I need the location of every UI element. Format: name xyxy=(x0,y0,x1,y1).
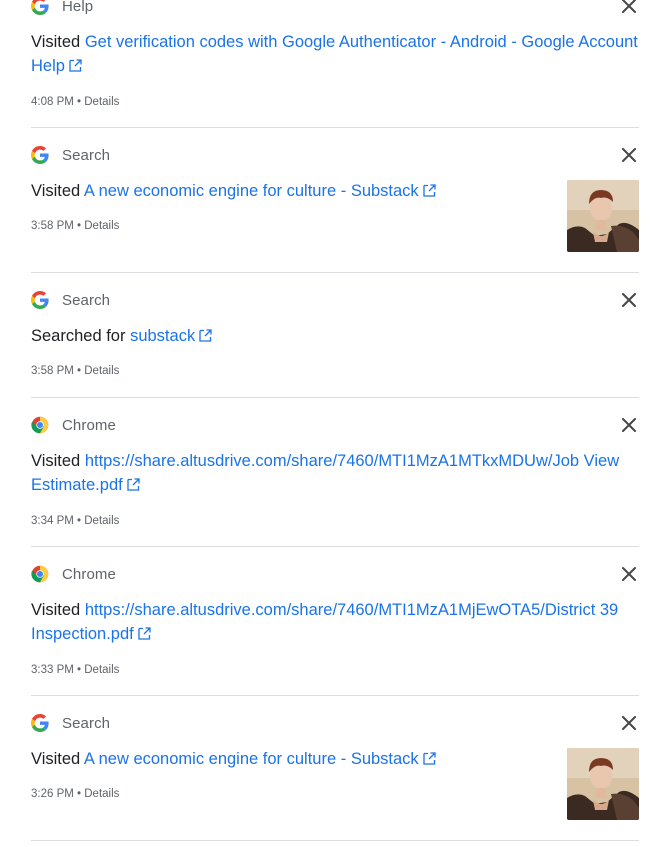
link-text: substack xyxy=(130,327,196,345)
details-link[interactable]: Details xyxy=(84,788,119,800)
activity-link[interactable]: substack xyxy=(130,327,212,345)
entry-text: Visited https://share.altusdrive.com/sha… xyxy=(31,449,639,497)
product-name: Search xyxy=(62,146,111,164)
product-name: Search xyxy=(62,714,111,732)
details-link[interactable]: Details xyxy=(84,664,119,676)
details-link[interactable]: Details xyxy=(84,96,119,108)
activity-entry: Search Visited A new economic engine for … xyxy=(31,712,639,840)
action-label: Visited xyxy=(31,33,81,51)
separator: • xyxy=(73,220,85,232)
timestamp: 3:34 PM xyxy=(31,515,74,527)
external-link-icon xyxy=(138,627,151,640)
entry-header: Search xyxy=(31,289,110,311)
entry-text: Visited A new economic engine for cultur… xyxy=(31,179,551,203)
action-label: Visited xyxy=(31,182,81,200)
timestamp: 3:58 PM xyxy=(31,220,74,232)
entry-meta: 3:33 PM • Details xyxy=(31,664,119,676)
google-g-icon xyxy=(31,714,49,732)
separator: • xyxy=(73,664,85,676)
link-text: A new economic engine for culture - Subs… xyxy=(83,750,419,768)
entry-header: Search xyxy=(31,144,110,166)
product-name: Chrome xyxy=(62,565,116,583)
external-link-icon xyxy=(423,752,436,765)
activity-link[interactable]: Get verification codes with Google Authe… xyxy=(31,33,638,75)
link-text: A new economic engine for culture - Subs… xyxy=(83,182,419,200)
entry-header: Help xyxy=(31,0,93,17)
chrome-icon xyxy=(31,416,49,434)
timestamp: 3:26 PM xyxy=(31,788,74,800)
divider xyxy=(31,397,639,398)
chrome-icon xyxy=(31,565,49,583)
entry-text: Visited A new economic engine for cultur… xyxy=(31,747,551,771)
link-text: Get verification codes with Google Authe… xyxy=(31,33,638,75)
separator: • xyxy=(73,365,85,377)
divider xyxy=(31,546,639,547)
entry-meta: 3:34 PM • Details xyxy=(31,515,119,527)
entry-text: Searched for substack xyxy=(31,324,639,348)
close-icon[interactable] xyxy=(620,416,638,434)
action-label: Visited xyxy=(31,452,81,470)
google-g-icon xyxy=(31,0,49,15)
separator: • xyxy=(73,515,85,527)
activity-entry: Chrome Visited https://share.altusdrive.c… xyxy=(31,414,639,546)
activity-link[interactable]: https://share.altusdrive.com/share/7460/… xyxy=(31,601,618,643)
google-g-icon xyxy=(31,291,49,309)
entry-meta: 4:08 PM • Details xyxy=(31,96,119,108)
close-icon[interactable] xyxy=(620,0,638,15)
entry-meta: 3:58 PM • Details xyxy=(31,220,119,232)
divider xyxy=(31,695,639,696)
divider xyxy=(31,127,639,128)
close-icon[interactable] xyxy=(620,565,638,583)
entry-meta: 3:58 PM • Details xyxy=(31,365,119,377)
activity-entry: Search Visited A new economic engine for … xyxy=(31,144,639,272)
external-link-icon xyxy=(69,59,82,72)
activity-link[interactable]: A new economic engine for culture - Subs… xyxy=(84,750,436,768)
timestamp: 3:33 PM xyxy=(31,664,74,676)
activity-entry: Help Visited Get verification codes with … xyxy=(31,0,639,127)
activity-entry: Chrome Visited https://share.altusdrive.c… xyxy=(31,563,639,695)
action-label: Visited xyxy=(31,750,81,768)
entry-text: Visited Get verification codes with Goog… xyxy=(31,30,639,78)
external-link-icon xyxy=(199,329,212,342)
entry-text: Visited https://share.altusdrive.com/sha… xyxy=(31,598,639,646)
close-icon[interactable] xyxy=(620,146,638,164)
close-icon[interactable] xyxy=(620,714,638,732)
external-link-icon xyxy=(423,184,436,197)
separator: • xyxy=(73,788,85,800)
link-text: https://share.altusdrive.com/share/7460/… xyxy=(31,601,619,643)
thumbnail-image[interactable] xyxy=(567,180,639,252)
product-name: Search xyxy=(62,291,111,309)
close-icon[interactable] xyxy=(620,291,638,309)
action-label: Visited xyxy=(31,601,81,619)
thumbnail-image[interactable] xyxy=(567,748,639,820)
activity-link[interactable]: A new economic engine for culture - Subs… xyxy=(84,182,436,200)
entry-header: Search xyxy=(31,712,110,734)
link-text: https://share.altusdrive.com/share/7460/… xyxy=(31,452,620,494)
details-link[interactable]: Details xyxy=(84,220,119,232)
google-g-icon xyxy=(31,146,49,164)
external-link-icon xyxy=(127,478,140,491)
entry-header: Chrome xyxy=(31,414,116,436)
entry-header: Chrome xyxy=(31,563,116,585)
divider xyxy=(31,840,639,841)
divider xyxy=(31,272,639,273)
details-link[interactable]: Details xyxy=(84,515,119,527)
timestamp: 3:58 PM xyxy=(31,365,74,377)
product-name: Help xyxy=(62,0,94,15)
timestamp: 4:08 PM xyxy=(31,96,74,108)
product-name: Chrome xyxy=(62,416,116,434)
action-label: Searched for xyxy=(31,327,126,345)
separator: • xyxy=(73,96,85,108)
entry-meta: 3:26 PM • Details xyxy=(31,788,119,800)
activity-entry: Search Searched for substack 3:58 PM • Det… xyxy=(31,289,639,397)
activity-link[interactable]: https://share.altusdrive.com/share/7460/… xyxy=(31,452,619,494)
details-link[interactable]: Details xyxy=(84,365,119,377)
